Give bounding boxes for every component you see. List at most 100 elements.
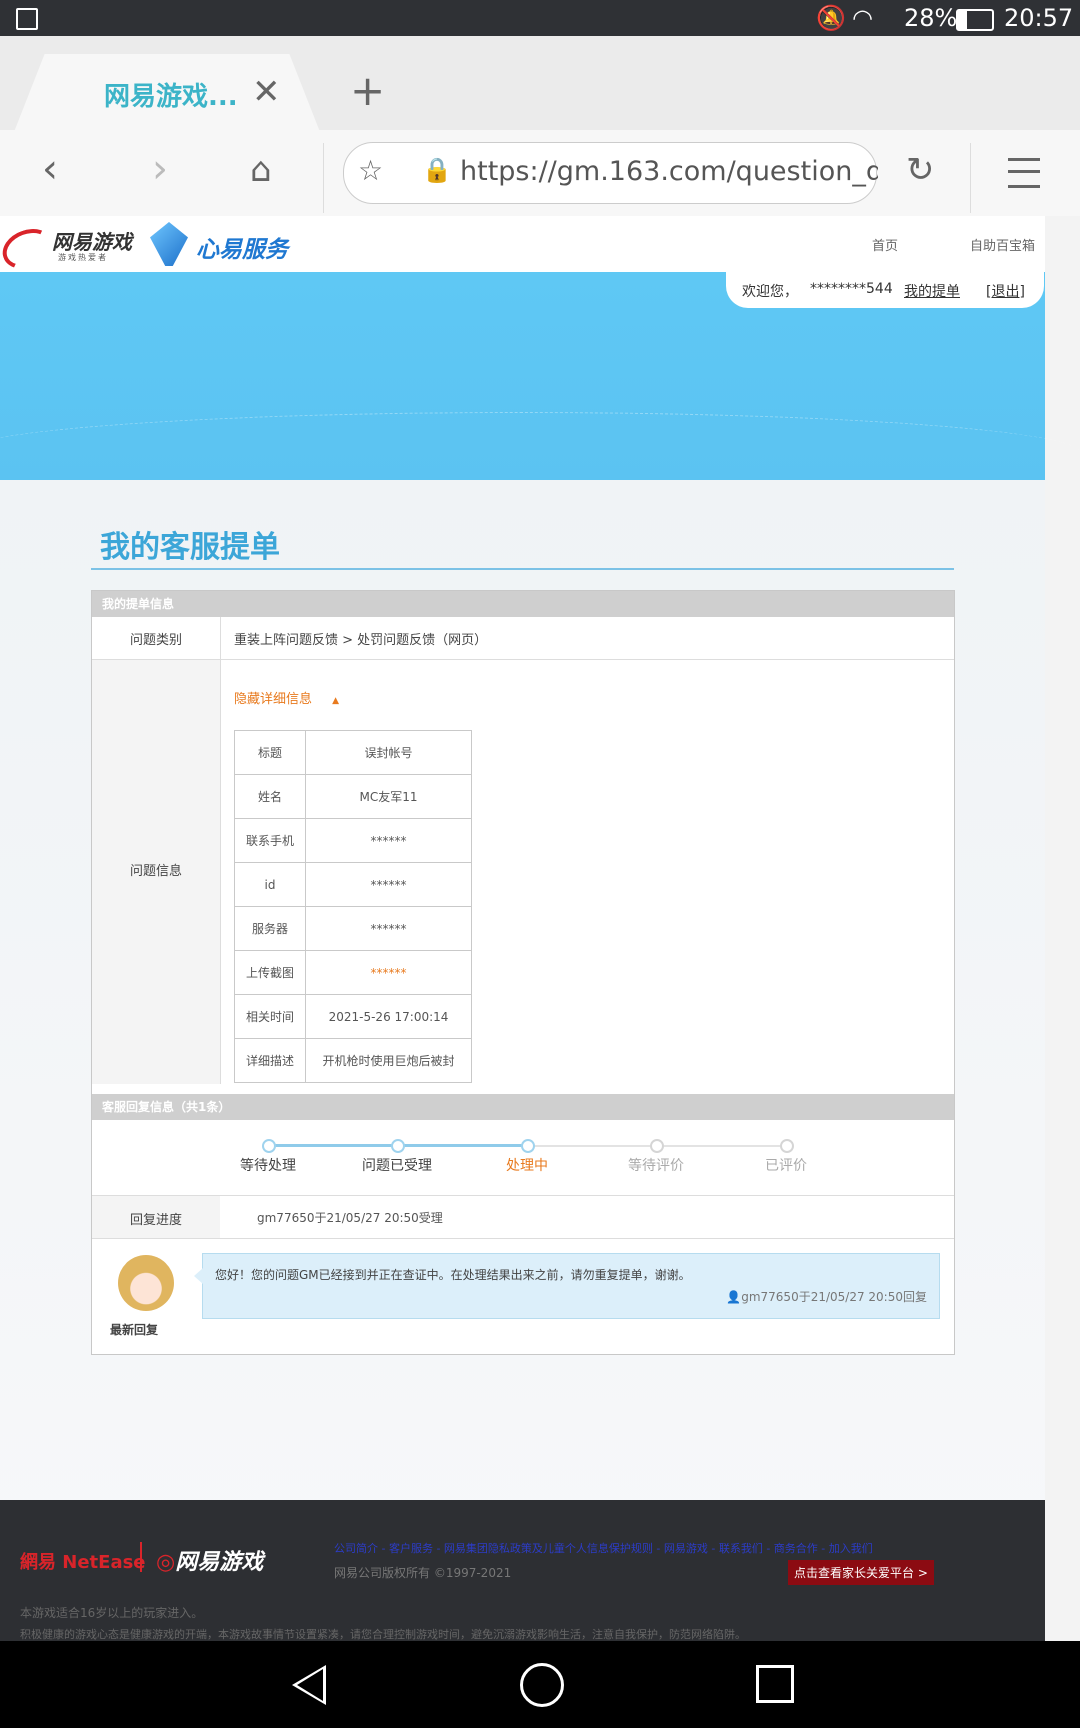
logo-swirl-icon — [0, 222, 59, 276]
step-dot — [262, 1139, 276, 1153]
detail-key: id — [234, 862, 306, 907]
site-header: 网易游戏 游戏热爱者 心易服务 首页 自助百宝箱 — [0, 216, 1045, 276]
url-text[interactable]: https://gm.163.com/question_deta — [460, 156, 878, 187]
detail-key: 服务器 — [234, 906, 306, 951]
age-note: 本游戏适合16岁以上的玩家进入。 — [20, 1606, 204, 1620]
category-row: 问题类别 重装上阵问题反馈 > 处罚问题反馈（网页） — [92, 617, 954, 660]
banner-wave — [0, 412, 1080, 493]
toolbar-divider — [323, 143, 324, 213]
reply-bubble: 您好！您的问题GM已经接到并正在查证中。在处理结果出来之前，请勿重复提单，谢谢。… — [194, 1253, 940, 1319]
footer-game-logo: ◎网易游戏 — [156, 1544, 263, 1576]
system-home-icon[interactable] — [520, 1663, 564, 1707]
step-dot — [391, 1139, 405, 1153]
home-icon[interactable]: ⌂ — [250, 150, 272, 190]
detail-key: 详细描述 — [234, 1038, 306, 1083]
hide-details-toggle[interactable]: 隐藏详细信息 ▲ — [234, 688, 339, 707]
detail-row: 上传截图 ****** — [234, 950, 472, 995]
nav-self-help-link[interactable]: 自助百宝箱 — [970, 235, 1035, 254]
back-icon[interactable]: ‹ — [42, 146, 58, 192]
username: ********544 — [810, 281, 893, 297]
lock-icon: 🔒 — [422, 156, 452, 184]
system-recents-icon[interactable] — [756, 1665, 794, 1703]
system-back-icon-inner — [297, 1669, 323, 1701]
page-gutter — [1045, 216, 1080, 1641]
wifi-icon: ◠ — [852, 4, 873, 32]
detail-value[interactable]: ****** — [305, 950, 472, 995]
footer-game-logo-text: 网易游戏 — [175, 1550, 264, 1575]
detail-key: 联系手机 — [234, 818, 306, 863]
page-title: 我的客服提单 — [100, 530, 280, 565]
progress-value: gm77650于21/05/27 20:50受理 — [257, 1211, 443, 1225]
detail-value: ****** — [305, 906, 472, 951]
menu-icon[interactable] — [1008, 158, 1040, 188]
tab-title[interactable]: 网易游戏... — [104, 76, 238, 113]
detail-key: 标题 — [234, 730, 306, 775]
step-dot — [650, 1139, 664, 1153]
clock: 20:57 — [1004, 4, 1074, 32]
nav-home-link[interactable]: 首页 — [872, 235, 898, 254]
service-logo-text: 心易服务 — [196, 237, 288, 263]
status-bar: 🔕 ◠ 28% 20:57 — [0, 0, 1080, 36]
title-divider — [91, 568, 954, 570]
bookmark-star-icon[interactable]: ☆ — [358, 154, 383, 187]
detail-row: 标题 误封帐号 — [234, 730, 472, 775]
latest-reply: 最新回复 您好！您的问题GM已经接到并正在查证中。在处理结果出来之前，请勿重复提… — [92, 1243, 954, 1353]
category-label: 问题类别 — [129, 633, 182, 648]
parent-care-button[interactable]: 点击查看家长关爱平台 > — [788, 1560, 934, 1585]
bubble-arrow — [194, 1268, 203, 1284]
reply-progress-row: 回复进度 gm77650于21/05/27 20:50受理 — [92, 1195, 954, 1239]
progress-label: 回复进度 — [129, 1213, 182, 1228]
footer-logo-divider — [140, 1542, 142, 1572]
detail-row: 姓名 MC友军11 — [234, 774, 472, 819]
system-nav-bar — [0, 1641, 1080, 1728]
details-table: 标题 误封帐号 姓名 MC友军11 联系手机 ****** id ****** 服务器 *****… — [234, 730, 472, 1083]
gm-avatar — [118, 1255, 174, 1311]
latest-reply-label: 最新回复 — [110, 1323, 159, 1337]
netease-game-logo[interactable]: 网易游戏 游戏热爱者 — [0, 222, 136, 276]
hide-details-label[interactable]: 隐藏详细信息 — [234, 692, 312, 707]
row-divider — [220, 660, 221, 1084]
detail-row: id ****** — [234, 862, 472, 907]
ticket-panel: 我的提单信息 问题类别 重装上阵问题反馈 > 处罚问题反馈（网页） 问题信息 隐… — [91, 590, 955, 1355]
info-label: 问题信息 — [129, 864, 182, 879]
step-label: 处理中 — [506, 1158, 548, 1174]
health-note: 积极健康的游戏心态是健康游戏的开端，本游戏故事情节设置紧凑，请您合理控制游戏时间… — [20, 1628, 746, 1641]
step-label: 已评价 — [765, 1158, 807, 1174]
reply-text: 您好！您的问题GM已经接到并正在查证中。在处理结果出来之前，请勿重复提单，谢谢。 — [215, 1268, 691, 1282]
logout-link[interactable]: [退出] — [986, 281, 1025, 301]
detail-key: 相关时间 — [234, 994, 306, 1039]
footer-links[interactable]: 公司简介 - 客户服务 - 网易集团隐私政策及儿童个人信息保护规则 - 网易游戏… — [334, 1540, 924, 1556]
new-tab-icon[interactable]: + — [350, 66, 385, 115]
battery-percent: 28% — [904, 4, 958, 32]
detail-row: 联系手机 ****** — [234, 818, 472, 863]
gallery-icon — [16, 8, 38, 30]
close-tab-icon[interactable]: ✕ — [252, 72, 281, 112]
service-logo[interactable]: 心易服务 — [150, 220, 298, 268]
detail-row: 相关时间 2021-5-26 17:00:14 — [234, 994, 472, 1039]
step-label: 等待评价 — [628, 1158, 684, 1174]
service-emblem-icon — [150, 222, 188, 266]
detail-row: 服务器 ****** — [234, 906, 472, 951]
caret-up-icon[interactable]: ▲ — [332, 696, 339, 706]
detail-value: MC友军11 — [305, 774, 472, 819]
forward-icon[interactable]: › — [152, 146, 168, 192]
welcome-bar: 欢迎您， ********544 我的提单 [退出] — [726, 272, 1044, 308]
ticket-info-header: 我的提单信息 — [92, 591, 954, 617]
welcome-text: 欢迎您， — [742, 284, 798, 300]
step-dot — [521, 1139, 535, 1153]
reload-icon[interactable]: ↻ — [906, 150, 935, 190]
detail-value: 开机枪时使用巨炮后被封 — [305, 1038, 472, 1083]
issue-info-row: 问题信息 隐藏详细信息 ▲ 标题 误封帐号 姓名 MC友军11 联系手机 ****** id… — [92, 660, 954, 1084]
detail-key: 姓名 — [234, 774, 306, 819]
detail-key: 上传截图 — [234, 950, 306, 995]
detail-value: 误封帐号 — [305, 730, 472, 775]
detail-value: 2021-5-26 17:00:14 — [305, 994, 472, 1039]
my-tickets-link[interactable]: 我的提单 — [904, 281, 960, 301]
netease-corp-logo: 網易 NetEase — [20, 1552, 146, 1573]
category-value: 重装上阵问题反馈 > 处罚问题反馈（网页） — [234, 633, 488, 648]
detail-value: ****** — [305, 862, 472, 907]
logo-subtext: 游戏热爱者 — [58, 253, 108, 262]
step-dot — [780, 1139, 794, 1153]
footer-logo-swirl-icon: ◎ — [156, 1550, 176, 1575]
mute-icon: 🔕 — [816, 4, 846, 32]
